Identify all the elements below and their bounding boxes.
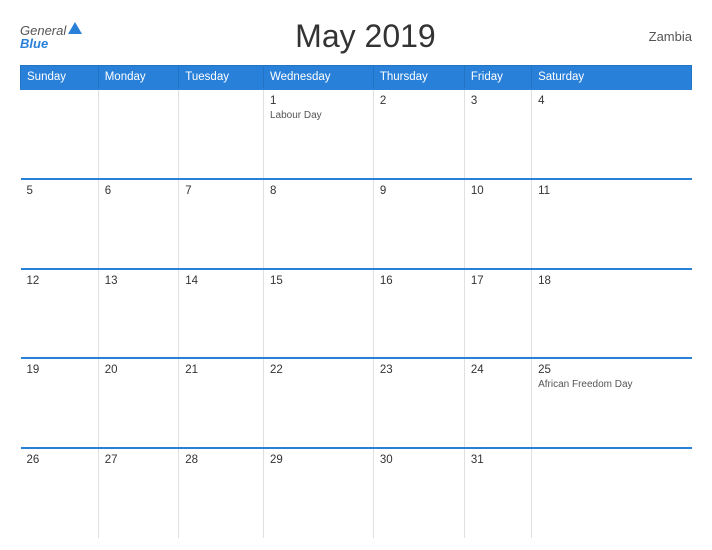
month-title: May 2019 [295, 18, 436, 55]
day-number: 10 [471, 185, 525, 197]
calendar-day-cell: 28 [179, 448, 264, 538]
day-number: 3 [471, 95, 525, 107]
col-header-thursday: Thursday [373, 66, 464, 90]
day-number: 6 [105, 185, 173, 197]
calendar-day-cell: 19 [21, 358, 99, 448]
calendar-day-cell: 23 [373, 358, 464, 448]
calendar-week-row: 5 67 8 9 10 11 [21, 179, 692, 269]
calendar-day-cell: 1 Labour Day [263, 89, 373, 179]
col-header-saturday: Saturday [532, 66, 692, 90]
day-number: 7 [185, 185, 257, 197]
logo-triangle-icon [68, 22, 82, 34]
calendar-day-cell: 11 [532, 179, 692, 269]
col-header-friday: Friday [464, 66, 531, 90]
logo-blue-text: Blue [20, 37, 48, 50]
day-number: 20 [105, 364, 173, 376]
day-number: 23 [380, 364, 458, 376]
calendar-day-cell: 13 [98, 269, 179, 359]
day-number: 31 [471, 454, 525, 466]
country-label: Zambia [649, 29, 692, 44]
calendar-day-cell: 31 [464, 448, 531, 538]
day-number: 1 [270, 95, 367, 107]
col-header-tuesday: Tuesday [179, 66, 264, 90]
calendar-day-cell: 30 [373, 448, 464, 538]
calendar-day-cell: 29 [263, 448, 373, 538]
calendar-day-cell: 6 [98, 179, 179, 269]
day-number: 21 [185, 364, 257, 376]
calendar-day-cell: 21 [179, 358, 264, 448]
calendar-day-cell: 8 [263, 179, 373, 269]
calendar-day-cell: 17 [464, 269, 531, 359]
calendar-day-cell [98, 89, 179, 179]
calendar-day-cell: 22 [263, 358, 373, 448]
day-number: 8 [270, 185, 367, 197]
day-number: 11 [538, 185, 685, 197]
calendar-day-cell: 2 [373, 89, 464, 179]
calendar-day-cell: 16 [373, 269, 464, 359]
day-number: 26 [27, 454, 92, 466]
logo: General Blue [20, 24, 82, 50]
day-number: 12 [27, 275, 92, 287]
day-number: 13 [105, 275, 173, 287]
day-number: 4 [538, 95, 685, 107]
calendar-week-row: 19 20 21 22 23 24 25 African Freedom Day [21, 358, 692, 448]
day-number: 5 [27, 185, 92, 197]
day-number: 27 [105, 454, 173, 466]
calendar-day-cell: 7 [179, 179, 264, 269]
calendar-day-cell: 5 [21, 179, 99, 269]
header: General Blue May 2019 Zambia [20, 18, 692, 55]
day-number: 15 [270, 275, 367, 287]
calendar-day-cell: 20 [98, 358, 179, 448]
calendar-page: General Blue May 2019 Zambia SundayMonda… [0, 0, 712, 550]
calendar-week-row: 1 Labour Day 2 3 4 [21, 89, 692, 179]
day-number: 17 [471, 275, 525, 287]
calendar-day-cell: 24 [464, 358, 531, 448]
calendar-day-cell: 27 [98, 448, 179, 538]
day-number: 22 [270, 364, 367, 376]
day-number: 16 [380, 275, 458, 287]
calendar-day-cell: 12 [21, 269, 99, 359]
calendar-day-cell: 14 [179, 269, 264, 359]
calendar-day-cell: 3 [464, 89, 531, 179]
calendar-day-cell [21, 89, 99, 179]
calendar-week-row: 12 13 14 15 16 17 18 [21, 269, 692, 359]
day-number: 30 [380, 454, 458, 466]
col-header-sunday: Sunday [21, 66, 99, 90]
calendar-day-cell [179, 89, 264, 179]
day-number: 24 [471, 364, 525, 376]
day-number: 28 [185, 454, 257, 466]
day-number: 29 [270, 454, 367, 466]
day-number: 9 [380, 185, 458, 197]
col-header-monday: Monday [98, 66, 179, 90]
calendar-week-row: 26 27 28 29 30 31 [21, 448, 692, 538]
calendar-day-cell: 10 [464, 179, 531, 269]
day-number: 2 [380, 95, 458, 107]
logo-general-text: General [20, 24, 66, 37]
day-number: 19 [27, 364, 92, 376]
day-event-label: Labour Day [270, 109, 367, 122]
calendar-day-cell: 15 [263, 269, 373, 359]
calendar-day-cell: 9 [373, 179, 464, 269]
col-header-wednesday: Wednesday [263, 66, 373, 90]
day-number: 25 [538, 364, 685, 376]
calendar-day-cell: 26 [21, 448, 99, 538]
calendar-day-cell [532, 448, 692, 538]
calendar-day-cell: 18 [532, 269, 692, 359]
calendar-header-row: SundayMondayTuesdayWednesdayThursdayFrid… [21, 66, 692, 90]
calendar-day-cell: 25 African Freedom Day [532, 358, 692, 448]
calendar-table: SundayMondayTuesdayWednesdayThursdayFrid… [20, 65, 692, 538]
day-event-label: African Freedom Day [538, 378, 685, 391]
day-number: 14 [185, 275, 257, 287]
day-number: 18 [538, 275, 685, 287]
calendar-day-cell: 4 [532, 89, 692, 179]
